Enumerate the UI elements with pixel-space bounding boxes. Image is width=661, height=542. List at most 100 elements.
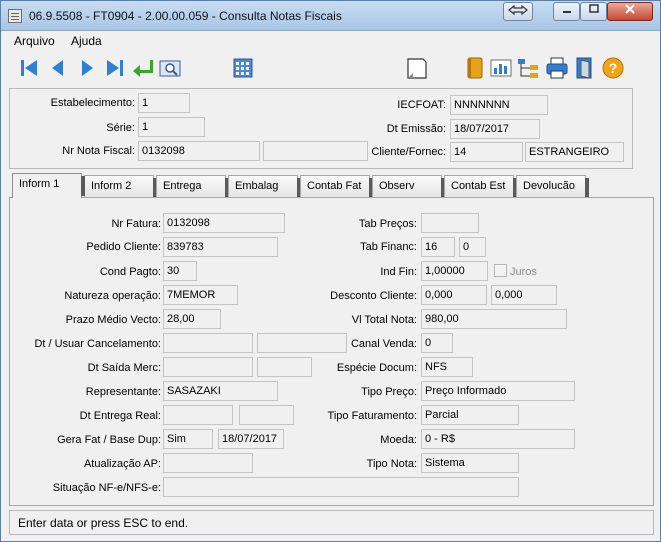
blank-document-icon[interactable] <box>405 56 429 80</box>
close-icon <box>625 4 635 14</box>
gera-fat-field[interactable]: Sim <box>163 429 213 449</box>
nr-fatura-label: Nr Fatura: <box>111 218 161 230</box>
restore-window-button[interactable] <box>503 2 533 21</box>
tab-inform-1-label: Inform 1 <box>19 178 60 190</box>
title-bar: 06.9.5508 - FT0904 - 2.00.00.059 - Consu… <box>1 1 660 31</box>
vl-total-nota-field[interactable]: 980,00 <box>421 309 567 329</box>
natureza-operacao-label: Natureza operação: <box>64 290 161 302</box>
situacao-nfe-label: Situação NF-e/NFS-e: <box>52 482 161 494</box>
serie-field[interactable]: 1 <box>138 117 205 137</box>
cliente-fornec-code-field[interactable]: 14 <box>450 142 523 162</box>
nr-nota-fiscal-extra-field[interactable] <box>263 141 368 161</box>
tab-contab-fat-label: Contab Fat <box>307 180 362 192</box>
cliente-fornec-label: Cliente/Fornec: <box>371 146 446 158</box>
hora-saida-merc-field[interactable] <box>257 357 312 377</box>
maximize-button[interactable] <box>580 2 607 21</box>
desconto-cliente-field[interactable]: 0,000 <box>421 285 487 305</box>
prazo-medio-vecto-field[interactable]: 28,00 <box>163 309 221 329</box>
desconto-cliente-extra-field[interactable]: 0,000 <box>491 285 557 305</box>
maximize-icon <box>588 4 599 13</box>
notebook-icon[interactable] <box>463 56 487 80</box>
estabelecimento-label: Estabelecimento: <box>50 97 135 109</box>
application-window: 06.9.5508 - FT0904 - 2.00.00.059 - Consu… <box>0 0 661 542</box>
tab-observ[interactable]: Observ <box>372 175 445 198</box>
chart-icon[interactable] <box>489 56 513 80</box>
dt-emissao-field[interactable]: 18/07/2017 <box>450 119 540 139</box>
vl-total-nota-label: Vl Total Nota: <box>351 314 417 326</box>
pedido-cliente-field[interactable]: 839783 <box>163 237 278 257</box>
tipo-nota-field[interactable]: Sistema <box>421 453 519 473</box>
ind-fin-label: Ind Fin: <box>380 266 417 278</box>
gera-fat-base-dup-label: Gera Fat / Base Dup: <box>57 434 161 446</box>
tipo-faturamento-field[interactable]: Parcial <box>421 405 519 425</box>
nr-fatura-field[interactable]: 0132098 <box>163 213 285 233</box>
atualizacao-ap-field[interactable] <box>163 453 253 473</box>
zoom-icon[interactable] <box>159 56 183 80</box>
cond-pagto-label: Cond Pagto: <box>99 266 161 278</box>
iecfoat-field[interactable]: NNNNNNN <box>450 95 548 115</box>
tab-embalag[interactable]: Embalag <box>228 175 301 198</box>
tab-entrega[interactable]: Entrega <box>156 175 229 198</box>
pedido-cliente-label: Pedido Cliente: <box>86 241 161 253</box>
tab-devolucao-label: Devolucão <box>523 180 575 192</box>
calendar-icon[interactable] <box>231 56 255 80</box>
first-record-icon[interactable] <box>17 56 41 80</box>
tab-precos-field[interactable] <box>421 213 479 233</box>
minimize-icon <box>562 11 571 13</box>
cond-pagto-field[interactable]: 30 <box>163 261 197 281</box>
tab-observ-label: Observ <box>379 180 415 192</box>
dt-saida-merc-field[interactable] <box>163 357 253 377</box>
usuar-cancelamento-field[interactable] <box>257 333 347 353</box>
base-dup-field[interactable]: 18/07/2017 <box>218 429 284 449</box>
menu-ajuda[interactable]: Ajuda <box>71 34 102 48</box>
tab-contab-est[interactable]: Contab Est <box>444 175 517 198</box>
tab-inform-1[interactable]: Inform 1 <box>12 173 85 198</box>
representante-label: Representante: <box>85 386 161 398</box>
cliente-fornec-name-field[interactable]: ESTRANGEIRO <box>525 142 624 162</box>
juros-label: Juros <box>510 266 537 278</box>
tab-financ-label: Tab Financ: <box>360 241 417 253</box>
help-icon[interactable]: ? <box>601 56 625 80</box>
natureza-operacao-field[interactable]: 7MEMOR <box>163 285 238 305</box>
hora-entrega-real-field[interactable] <box>239 405 294 425</box>
tab-entrega-label: Entrega <box>163 180 202 192</box>
tree-icon[interactable] <box>516 56 540 80</box>
estabelecimento-field[interactable]: 1 <box>138 93 190 113</box>
dt-cancelamento-field[interactable] <box>163 333 253 353</box>
nr-nota-fiscal-label: Nr Nota Fiscal: <box>62 145 135 157</box>
return-icon[interactable] <box>131 56 155 80</box>
minimize-button[interactable] <box>553 2 580 21</box>
app-icon <box>8 9 22 23</box>
nr-nota-fiscal-field[interactable]: 0132098 <box>138 141 260 161</box>
prazo-medio-vecto-label: Prazo Médio Vecto: <box>65 314 161 326</box>
last-record-icon[interactable] <box>103 56 127 80</box>
canal-venda-field[interactable]: 0 <box>421 333 453 353</box>
previous-record-icon[interactable] <box>46 56 70 80</box>
moeda-label: Moeda: <box>380 434 417 446</box>
next-record-icon[interactable] <box>75 56 99 80</box>
tipo-preco-field[interactable]: Preço Informado <box>421 381 575 401</box>
tab-inform-2-label: Inform 2 <box>91 180 132 192</box>
representante-field[interactable]: SASAZAKI <box>163 381 278 401</box>
iecfoat-label: IECFOAT: <box>397 99 446 111</box>
tipo-preco-label: Tipo Preço: <box>361 386 417 398</box>
exit-icon[interactable] <box>573 56 597 80</box>
dt-entrega-real-field[interactable] <box>163 405 233 425</box>
juros-checkbox[interactable] <box>494 264 507 277</box>
tab-panel-inform-1: Nr Fatura: 0132098 Pedido Cliente: 83978… <box>9 197 654 506</box>
double-arrow-icon <box>508 4 528 16</box>
tab-devolucao[interactable]: Devolucão <box>516 175 589 198</box>
moeda-field[interactable]: 0 - R$ <box>421 429 575 449</box>
tab-contab-fat[interactable]: Contab Fat <box>300 175 373 198</box>
tab-inform-2[interactable]: Inform 2 <box>84 175 157 198</box>
tab-financ-field[interactable]: 16 <box>421 237 455 257</box>
dt-usuar-cancelamento-label: Dt / Usuar Cancelamento: <box>34 338 161 350</box>
tab-financ-extra-field[interactable]: 0 <box>459 237 486 257</box>
ind-fin-field[interactable]: 1,00000 <box>421 261 488 281</box>
situacao-nfe-field[interactable] <box>163 477 519 497</box>
dt-saida-merc-label: Dt Saída Merc: <box>87 362 161 374</box>
especie-docum-field[interactable]: NFS <box>421 357 473 377</box>
print-icon[interactable] <box>545 56 569 80</box>
menu-arquivo[interactable]: Arquivo <box>14 34 55 48</box>
close-button[interactable] <box>607 2 653 21</box>
